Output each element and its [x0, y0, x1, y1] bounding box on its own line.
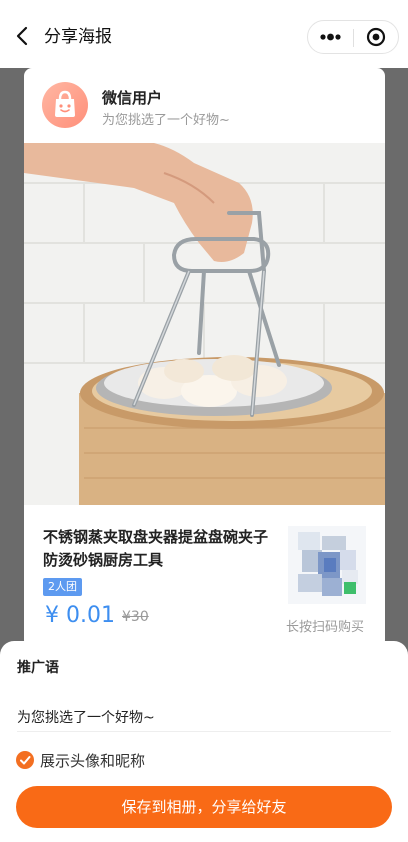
- share-poster: 微信用户 为您挑选了一个好物~ 不锈钢蒸夹取盘夹器提盆盘碗夹子防烫砂锅厨房工具 …: [24, 68, 385, 648]
- share-options-sheet: 推广语 展示头像和昵称 保存到相册，分享给好友: [0, 641, 408, 842]
- page-title: 分享海报: [44, 27, 112, 47]
- shopping-bag-face-icon: [55, 90, 75, 117]
- show-avatar-checkbox[interactable]: [16, 751, 34, 769]
- back-button[interactable]: [10, 22, 36, 50]
- mini-program-capsule: [307, 20, 399, 54]
- more-button[interactable]: [308, 21, 353, 53]
- more-dots-icon: [320, 33, 341, 41]
- qr-code-icon: [288, 526, 366, 604]
- mini-program-close-icon: [366, 27, 386, 47]
- show-avatar-label[interactable]: 展示头像和昵称: [40, 750, 145, 771]
- promo-text-input[interactable]: [17, 702, 391, 732]
- user-nickname: 微信用户: [102, 89, 163, 107]
- nav-bar: 分享海报: [0, 0, 408, 68]
- promo-section-label: 推广语: [17, 660, 59, 676]
- group-price: ¥ 0.01: [45, 603, 115, 628]
- product-title: 不锈钢蒸夹取盘夹器提盆盘碗夹子防烫砂锅厨房工具: [43, 528, 269, 569]
- avatar: [42, 82, 88, 128]
- product-image: [24, 143, 385, 505]
- chevron-left-icon: [16, 26, 28, 46]
- qr-code-image[interactable]: [288, 526, 366, 604]
- qr-code-hint: 长按扫码购买: [286, 620, 365, 635]
- checkmark-icon: [20, 756, 31, 765]
- original-price: ¥30: [122, 609, 149, 625]
- save-and-share-button[interactable]: 保存到相册，分享给好友: [16, 786, 392, 828]
- group-buy-badge: 2人团: [43, 578, 82, 596]
- user-slogan: 为您挑选了一个好物~: [102, 113, 230, 128]
- close-button[interactable]: [354, 21, 399, 53]
